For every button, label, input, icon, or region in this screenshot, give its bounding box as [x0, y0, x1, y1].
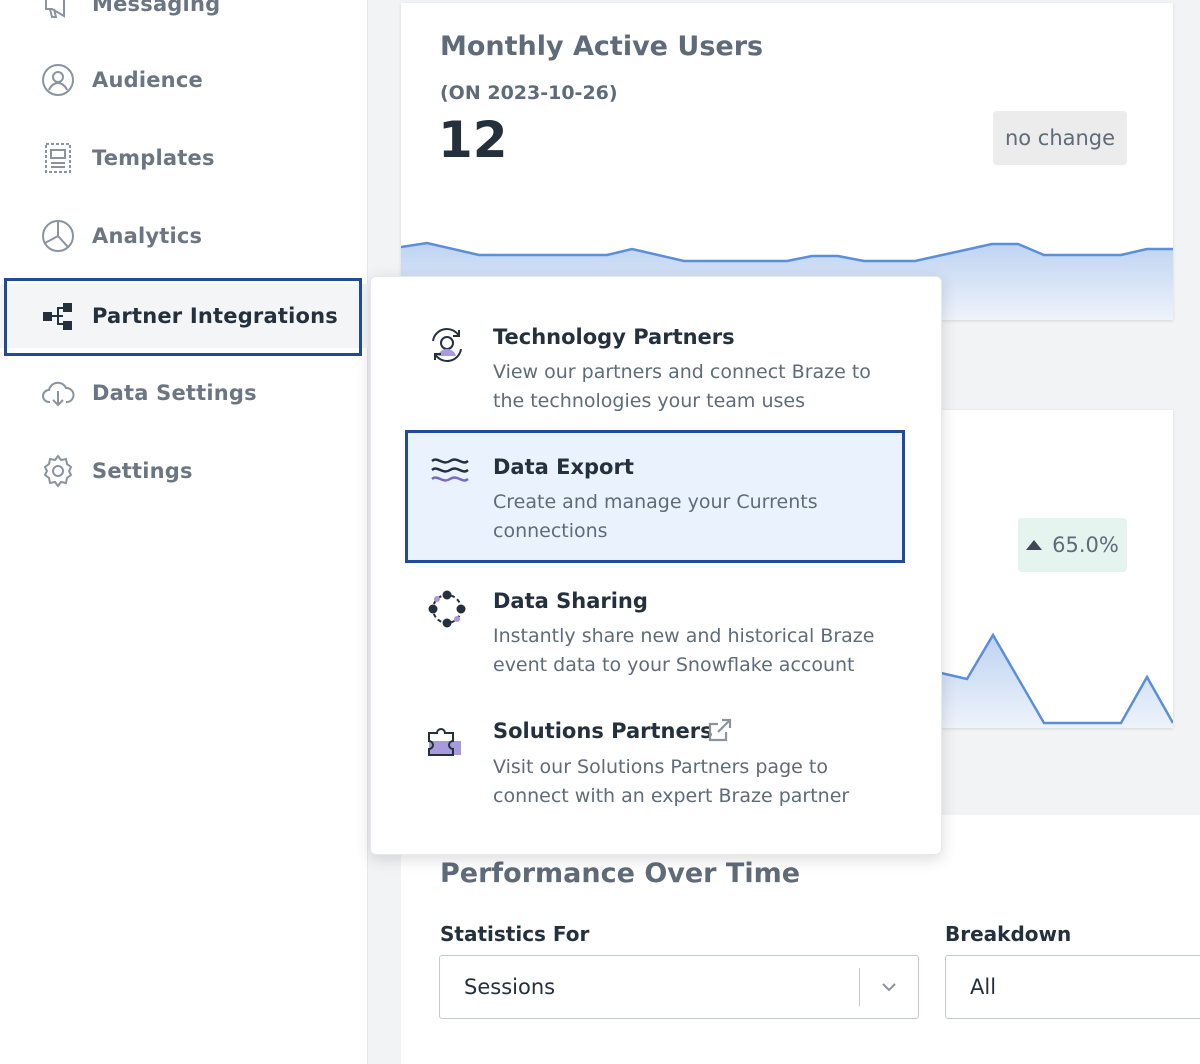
percent-change-value: 65.0% — [1052, 533, 1119, 557]
data-sharing-network-icon — [427, 589, 467, 629]
menu-item-description: Create and manage your Currents connecti… — [493, 491, 818, 542]
menu-item-description: Instantly share new and historical Braze… — [493, 625, 875, 676]
breakdown-select[interactable]: All — [945, 955, 1200, 1019]
menu-item-data-export[interactable]: Data Export Create and manage your Curre… — [405, 430, 905, 563]
mau-value: 12 — [438, 111, 508, 169]
user-circle-icon — [40, 62, 76, 98]
sidebar-item-label: Settings — [92, 459, 193, 483]
caret-up-icon — [1026, 540, 1043, 550]
menu-item-data-sharing[interactable]: Data Sharing Instantly share new and his… — [405, 585, 905, 685]
sidebar: Messaging Audience Templates Analytics P… — [0, 0, 368, 1064]
gear-icon — [40, 453, 76, 489]
statistics-for-select[interactable]: Sessions — [439, 955, 919, 1019]
menu-item-description: View our partners and connect Braze to t… — [493, 361, 871, 412]
menu-item-solutions-partners[interactable]: Solutions Partners Visit our Solutions P… — [405, 715, 905, 815]
external-link-icon — [706, 716, 734, 748]
sidebar-item-settings[interactable]: Settings — [0, 443, 368, 499]
status-badge: no change — [993, 111, 1127, 165]
statistics-for-value: Sessions — [464, 975, 556, 999]
sidebar-item-audience[interactable]: Audience — [0, 52, 368, 108]
breakdown-label: Breakdown — [945, 922, 1072, 946]
sidebar-item-partner-integrations[interactable]: Partner Integrations — [0, 284, 368, 348]
card-date: (ON 2023-10-26) — [440, 82, 618, 104]
sidebar-item-label: Partner Integrations — [92, 304, 338, 328]
menu-item-title: Technology Partners — [493, 325, 735, 349]
select-divider — [859, 968, 860, 1006]
integrations-icon — [40, 298, 76, 334]
sidebar-item-label: Audience — [92, 68, 203, 92]
menu-item-description: Visit our Solutions Partners page to con… — [493, 756, 850, 807]
sidebar-item-templates[interactable]: Templates — [0, 130, 368, 186]
statistics-for-label: Statistics For — [440, 922, 590, 946]
sidebar-item-data-settings[interactable]: Data Settings — [0, 365, 368, 421]
puzzle-piece-icon — [425, 719, 465, 759]
breakdown-value: All — [970, 975, 997, 999]
sidebar-item-label: Analytics — [92, 224, 203, 248]
sidebar-item-messaging[interactable]: Messaging — [0, 0, 368, 32]
menu-item-title: Data Export — [493, 455, 634, 479]
menu-item-title: Solutions Partners — [493, 719, 713, 743]
partner-integrations-menu: Technology Partners View our partners an… — [370, 276, 942, 855]
sidebar-item-label: Messaging — [92, 0, 221, 16]
sidebar-item-label: Templates — [92, 146, 215, 170]
template-icon — [40, 140, 76, 176]
percent-change-badge: 65.0% — [1018, 518, 1127, 572]
cloud-download-icon — [40, 375, 76, 411]
data-export-waves-icon — [430, 453, 470, 493]
menu-item-title: Data Sharing — [493, 589, 648, 613]
technology-partners-icon — [427, 325, 467, 365]
menu-item-technology-partners[interactable]: Technology Partners View our partners an… — [405, 321, 905, 421]
card-title: Monthly Active Users — [440, 31, 764, 62]
section-title: Performance Over Time — [440, 858, 801, 889]
sidebar-item-analytics[interactable]: Analytics — [0, 208, 368, 264]
megaphone-icon — [40, 0, 76, 22]
sidebar-item-label: Data Settings — [92, 381, 257, 405]
pie-chart-icon — [40, 218, 76, 254]
chevron-down-icon — [880, 978, 898, 1000]
mau-card: Monthly Active Users (ON 2023-10-26) 12 … — [401, 3, 1173, 320]
